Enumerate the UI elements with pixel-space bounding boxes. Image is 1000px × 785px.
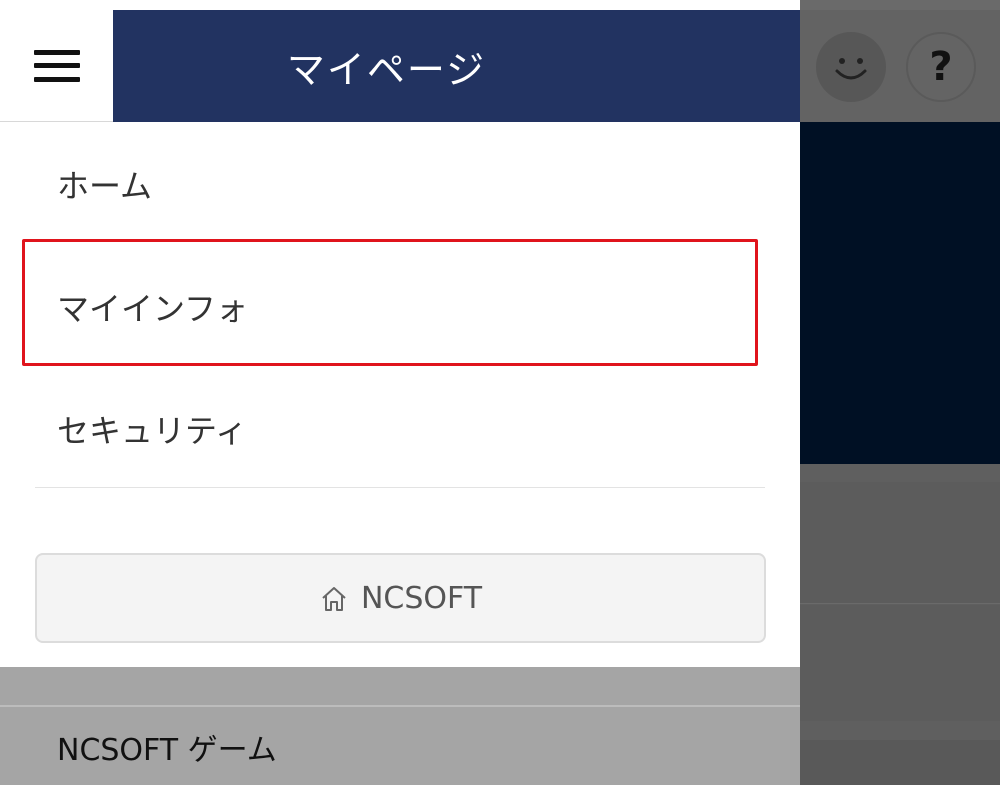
background-section [800, 740, 1000, 785]
ncsoft-home-button[interactable]: NCSOFT [35, 553, 766, 643]
games-section: NCSOFT ゲーム [0, 667, 800, 785]
menu-button[interactable] [0, 10, 113, 122]
side-drawer: マイページ ホーム マイインフォ セキュリティ NCSOFT NCSOFT ゲー… [0, 0, 800, 785]
smiley-icon-graphic [835, 58, 867, 80]
divider [0, 705, 800, 707]
nav-item-my-info[interactable]: マイインフォ [35, 246, 765, 368]
help-icon-label: ? [929, 44, 953, 90]
background-section [800, 605, 1000, 721]
divider [35, 487, 765, 488]
smiley-icon[interactable] [816, 32, 886, 102]
ncsoft-button-label: NCSOFT [360, 580, 483, 616]
nav-item-label: セキュリティ [57, 412, 248, 450]
hamburger-menu-icon [33, 49, 80, 82]
page-title: マイページ [286, 47, 487, 92]
home-icon [319, 584, 349, 614]
nav-item-home[interactable]: ホーム [35, 123, 765, 245]
help-icon[interactable]: ? [906, 32, 976, 102]
drawer-header: マイページ [113, 10, 800, 122]
games-section-label[interactable]: NCSOFT ゲーム [57, 725, 277, 769]
background-section [800, 482, 1000, 604]
nav-item-security[interactable]: セキュリティ [35, 368, 765, 490]
nav-item-label: ホーム [57, 167, 153, 205]
drawer-top-strip [0, 0, 800, 10]
nav-item-label: マイインフォ [57, 290, 249, 328]
background-hero-banner [800, 122, 1000, 464]
